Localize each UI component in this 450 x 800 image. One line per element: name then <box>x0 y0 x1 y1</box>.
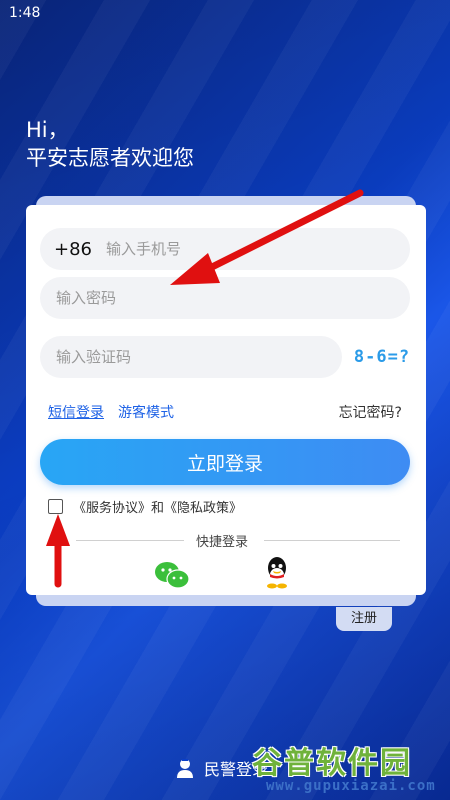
divider-right <box>264 540 400 541</box>
status-bar: 1:48 <box>0 0 450 26</box>
greeting-welcome: 平安志愿者欢迎您 <box>26 146 194 170</box>
guest-mode-link[interactable]: 游客模式 <box>118 402 174 422</box>
greeting-hi: Hi， <box>26 118 69 142</box>
police-icon <box>177 759 193 778</box>
verify-code-input[interactable] <box>54 347 342 367</box>
forgot-password-link[interactable]: 忘记密码? <box>339 402 402 422</box>
login-button[interactable]: 立即登录 <box>40 439 410 485</box>
service-agreement-link[interactable]: 《服务协议》 <box>73 497 151 516</box>
password-input[interactable] <box>54 288 410 308</box>
status-time: 1:48 <box>9 5 41 21</box>
verify-field[interactable] <box>40 336 342 378</box>
captcha-image[interactable]: 8-6=? <box>350 343 414 371</box>
register-tab[interactable]: 注册 <box>336 607 392 631</box>
greeting: Hi， 平安志愿者欢迎您 <box>26 116 194 172</box>
agreement-row: 《服务协议》 和 《隐私政策》 <box>48 497 242 516</box>
captcha-text: 8-6=? <box>353 347 411 367</box>
sms-login-link[interactable]: 短信登录 <box>48 402 104 422</box>
divider-left <box>76 540 184 541</box>
country-code[interactable]: +86 <box>54 239 92 260</box>
quick-login-title: 快捷登录 <box>196 535 249 550</box>
password-field[interactable] <box>40 277 410 319</box>
watermark-title: 谷普软件园 <box>252 746 412 781</box>
watermark-url: www.gupuxiazai.com <box>266 778 436 794</box>
login-card: +86 8-6=? 短信登录 游客模式 忘记密码? 立即登录 《服务协议》 和 … <box>26 205 426 595</box>
privacy-policy-link[interactable]: 《隐私政策》 <box>164 497 242 516</box>
agreement-and: 和 <box>151 501 165 516</box>
wechat-icon[interactable] <box>154 561 190 589</box>
phone-input[interactable] <box>104 239 410 259</box>
watermark: 谷普软件园 www.gupuxiazai.com <box>250 738 450 800</box>
phone-field[interactable]: +86 <box>40 228 410 270</box>
qq-icon[interactable] <box>262 555 292 589</box>
agreement-checkbox[interactable] <box>48 499 63 514</box>
